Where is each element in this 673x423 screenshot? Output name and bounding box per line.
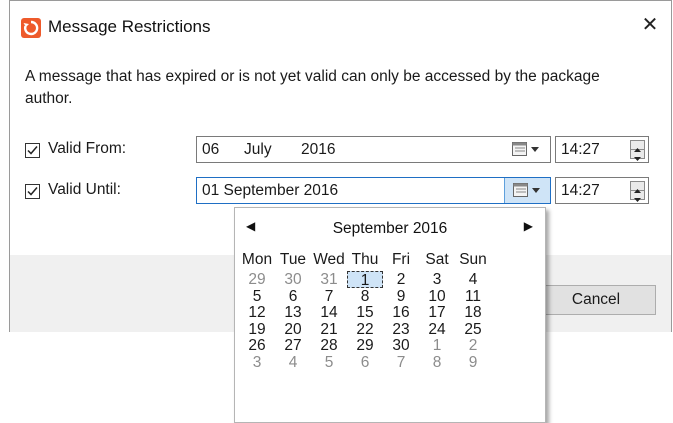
weekday-header: Wed bbox=[313, 251, 345, 268]
calendar-day[interactable]: 26 bbox=[239, 337, 275, 354]
calendar-day[interactable]: 4 bbox=[275, 354, 311, 371]
calendar-day[interactable]: 7 bbox=[383, 354, 419, 371]
calendar-month-title[interactable]: September 2016 bbox=[235, 220, 545, 238]
calendar-day[interactable]: 4 bbox=[455, 271, 491, 288]
calendar-day[interactable]: 18 bbox=[455, 304, 491, 321]
weekday-header: Tue bbox=[279, 251, 307, 268]
valid-from-year[interactable]: 2016 bbox=[301, 141, 335, 159]
calendar-day[interactable]: 29 bbox=[347, 337, 383, 354]
calendar-day[interactable]: 2 bbox=[383, 271, 419, 288]
valid-from-time[interactable]: 14:27 bbox=[555, 136, 649, 163]
valid-from-checkbox[interactable] bbox=[25, 143, 40, 158]
valid-from-calendar-button[interactable] bbox=[504, 137, 550, 162]
calendar-day[interactable]: 29 bbox=[239, 271, 275, 288]
spinner-down-icon[interactable] bbox=[631, 191, 644, 202]
next-month-icon[interactable]: ▶ bbox=[524, 219, 533, 233]
calendar-day[interactable]: 11 bbox=[455, 288, 491, 305]
valid-until-time[interactable]: 14:27 bbox=[555, 177, 649, 204]
checkbox-check-icon bbox=[27, 187, 38, 196]
calendar-day[interactable]: 24 bbox=[419, 321, 455, 338]
valid-until-time-value[interactable]: 14:27 bbox=[561, 182, 600, 200]
calendar-day[interactable]: 21 bbox=[311, 321, 347, 338]
calendar-day[interactable]: 6 bbox=[347, 354, 383, 371]
calendar-day[interactable]: 13 bbox=[275, 304, 311, 321]
close-icon[interactable]: ✕ bbox=[629, 7, 671, 43]
calendar-day[interactable]: 14 bbox=[311, 304, 347, 321]
weekday-header: Sat bbox=[425, 251, 449, 268]
calendar-day[interactable]: 25 bbox=[455, 321, 491, 338]
calendar-day[interactable]: 9 bbox=[455, 354, 491, 371]
weekday-header: Sun bbox=[459, 251, 487, 268]
spinner-up-icon[interactable] bbox=[631, 141, 644, 152]
calendar-day[interactable]: 17 bbox=[419, 304, 455, 321]
weekday-header: Fri bbox=[391, 251, 411, 268]
calendar-day[interactable]: 3 bbox=[419, 271, 455, 288]
calendar-day[interactable]: 9 bbox=[383, 288, 419, 305]
calendar-day[interactable]: 2 bbox=[455, 337, 491, 354]
calendar-day[interactable]: 15 bbox=[347, 304, 383, 321]
valid-from-time-value[interactable]: 14:27 bbox=[561, 141, 600, 159]
calendar-icon bbox=[513, 183, 540, 197]
calendar-day[interactable]: 3 bbox=[239, 354, 275, 371]
valid-from-month[interactable]: July bbox=[244, 141, 272, 159]
valid-until-time-spinner[interactable] bbox=[630, 181, 645, 202]
valid-from-date-picker[interactable]: 06 July 2016 bbox=[196, 136, 551, 163]
valid-from-day[interactable]: 06 bbox=[202, 141, 219, 159]
calendar-day[interactable]: 22 bbox=[347, 321, 383, 338]
calendar-day[interactable]: 1 bbox=[419, 337, 455, 354]
calendar-day-selected[interactable]: 1 bbox=[347, 271, 383, 289]
cancel-button[interactable]: Cancel bbox=[536, 285, 656, 315]
calendar-day[interactable]: 5 bbox=[311, 354, 347, 371]
calendar-day[interactable]: 16 bbox=[383, 304, 419, 321]
valid-from-label: Valid From: bbox=[48, 140, 127, 157]
calendar-day[interactable]: 20 bbox=[275, 321, 311, 338]
calendar-day[interactable]: 8 bbox=[347, 288, 383, 305]
calendar-day[interactable]: 10 bbox=[419, 288, 455, 305]
description-text: A message that has expired or is not yet… bbox=[25, 68, 600, 107]
valid-until-date-value[interactable]: 01 September 2016 bbox=[202, 182, 338, 200]
calendar-day[interactable]: 27 bbox=[275, 337, 311, 354]
dialog-title: Message Restrictions bbox=[48, 17, 211, 36]
checkbox-check-icon bbox=[27, 146, 38, 155]
app-logo-icon bbox=[21, 18, 41, 38]
valid-from-time-spinner[interactable] bbox=[630, 140, 645, 161]
calendar-header: ◀ September 2016 ▶ bbox=[235, 216, 545, 242]
weekday-header: Thu bbox=[351, 251, 379, 268]
calendar-dropdown: ◀ September 2016 ▶ Mon Tue Wed Thu Fri Sat Sun… bbox=[234, 207, 546, 423]
calendar-day[interactable]: 5 bbox=[239, 288, 275, 305]
calendar-day[interactable]: 31 bbox=[311, 271, 347, 288]
calendar-day[interactable]: 6 bbox=[275, 288, 311, 305]
title-bar: Message Restrictions ✕ bbox=[10, 1, 671, 51]
weekday-header: Mon bbox=[241, 251, 273, 268]
calendar-day[interactable]: 28 bbox=[311, 337, 347, 354]
spinner-down-icon[interactable] bbox=[631, 150, 644, 161]
calendar-day[interactable]: 30 bbox=[275, 271, 311, 288]
calendar-day[interactable]: 30 bbox=[383, 337, 419, 354]
calendar-day[interactable]: 8 bbox=[419, 354, 455, 371]
calendar-day[interactable]: 23 bbox=[383, 321, 419, 338]
valid-until-date-picker[interactable]: 01 September 2016 bbox=[196, 177, 551, 204]
valid-until-checkbox[interactable] bbox=[25, 184, 40, 199]
valid-until-calendar-button[interactable] bbox=[504, 178, 550, 203]
calendar-icon bbox=[512, 142, 539, 156]
valid-until-label: Valid Until: bbox=[48, 181, 121, 198]
calendar-day[interactable]: 19 bbox=[239, 321, 275, 338]
calendar-day[interactable]: 12 bbox=[239, 304, 275, 321]
spinner-up-icon[interactable] bbox=[631, 182, 644, 193]
calendar-day[interactable]: 7 bbox=[311, 288, 347, 305]
